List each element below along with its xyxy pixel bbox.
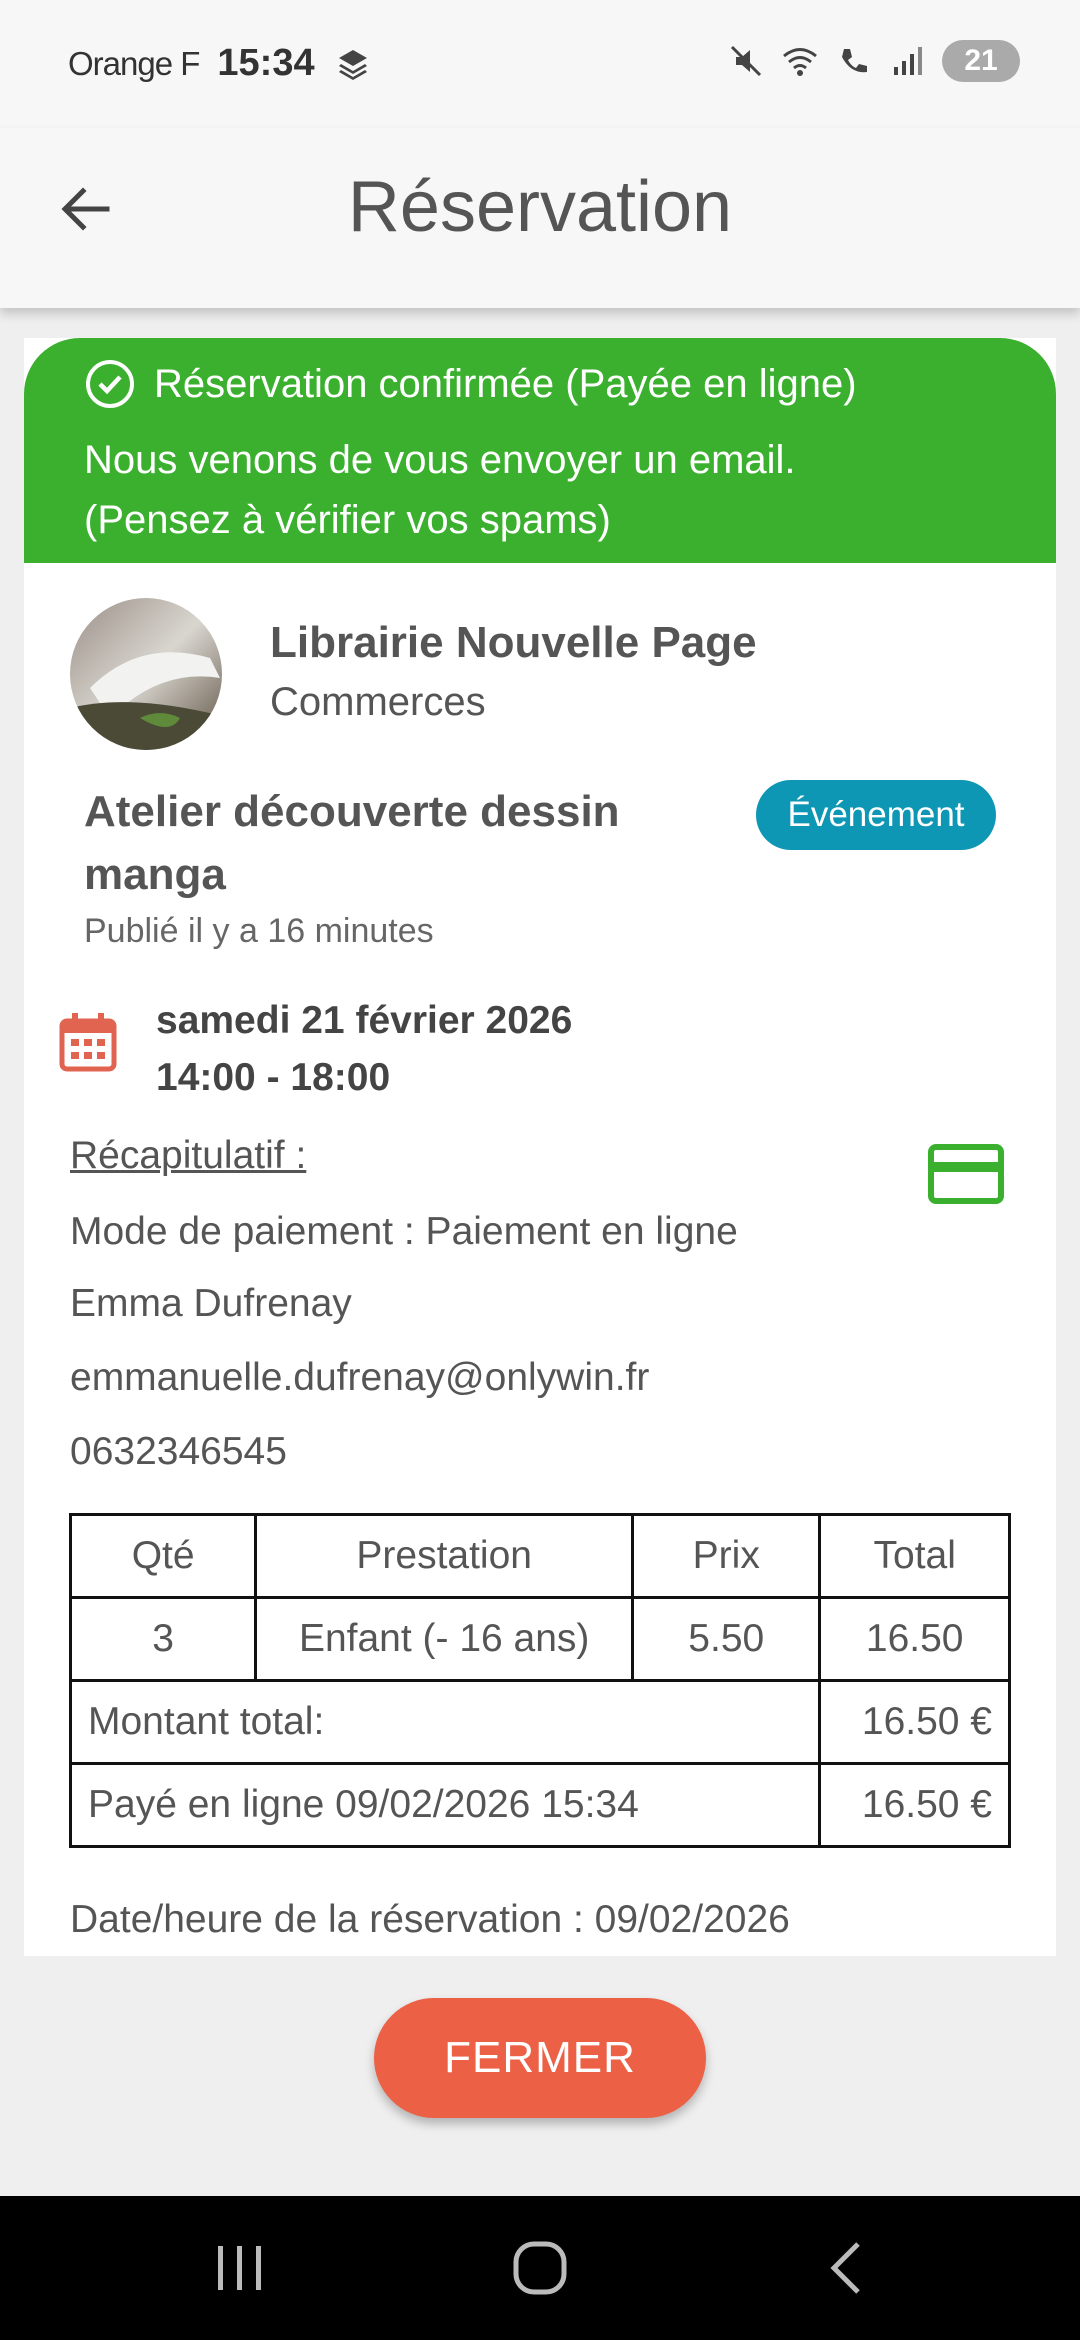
system-nav-bar	[0, 2196, 1080, 2340]
bottom-action-area: FERMER	[0, 1956, 1080, 2196]
total-row: Montant total: 16.50 €	[68, 1679, 1011, 1765]
table-row: 3 Enfant (- 16 ans) 5.50 16.50	[68, 1596, 1011, 1682]
status-time: 15:34	[217, 42, 315, 84]
payment-row: Payé en ligne 09/02/2026 15:34 16.50 €	[68, 1762, 1011, 1848]
battery-level: 21	[964, 44, 998, 77]
battery-indicator: 21	[942, 40, 1020, 82]
total-amount: 16.50 €	[818, 1679, 1011, 1765]
service-cell: Enfant (- 16 ans)	[254, 1596, 635, 1682]
page-title: Réservation	[347, 167, 733, 247]
close-button[interactable]: FERMER	[374, 1998, 706, 2118]
column-header: Prestation	[254, 1513, 635, 1599]
merchant-avatar	[70, 598, 222, 750]
calendar-icon	[59, 1013, 117, 1072]
back-chevron-icon	[830, 2242, 860, 2294]
recent-apps-icon	[218, 2246, 261, 2290]
back-nav-button[interactable]	[806, 2232, 886, 2304]
home-icon	[513, 2241, 567, 2295]
confirmation-banner: Réservation confirmée (Payée en ligne) N…	[24, 338, 1056, 563]
quantity-cell: 3	[68, 1596, 258, 1682]
customer-phone: 0632346545	[70, 1430, 287, 1473]
paid-label: Payé en ligne 09/02/2026 15:34	[68, 1762, 822, 1848]
signal-icon	[894, 47, 922, 75]
credit-card-icon	[928, 1144, 1004, 1204]
column-header: Prix	[631, 1513, 822, 1599]
event-date: samedi 21 février 2026	[156, 999, 573, 1042]
reservation-content[interactable]: Réservation confirmée (Payée en ligne) N…	[0, 308, 1080, 1956]
confirmation-message: Nous venons de vous envoyer un email.	[84, 438, 796, 482]
confirmation-title: Réservation confirmée (Payée en ligne)	[154, 361, 857, 406]
check-circle-icon	[86, 360, 134, 408]
payment-mode: Mode de paiement : Paiement en ligne	[70, 1210, 738, 1253]
wifi-calling-icon	[842, 49, 867, 73]
order-table: Qté Prestation Prix Total 3 Enfant (- 16…	[68, 1513, 1011, 1848]
mute-icon	[730, 45, 762, 77]
spam-reminder: (Pensez à vérifier vos spams)	[84, 498, 611, 542]
event-time: 14:00 - 18:00	[156, 1056, 391, 1099]
home-button[interactable]	[500, 2232, 580, 2304]
layers-notification-icon	[338, 49, 367, 80]
recent-apps-button[interactable]	[200, 2232, 280, 2304]
table-header-row: Qté Prestation Prix Total	[68, 1513, 1011, 1599]
column-header: Qté	[68, 1513, 258, 1599]
wifi-icon	[783, 48, 817, 76]
event-title-line: manga	[84, 850, 226, 899]
app-bar: Réservation	[0, 128, 1080, 308]
customer-email: emmanuelle.dufrenay@onlywin.fr	[70, 1356, 650, 1399]
price-cell: 5.50	[631, 1596, 822, 1682]
column-header: Total	[818, 1513, 1011, 1599]
line-total-cell: 16.50	[818, 1596, 1011, 1682]
event-title-line: Atelier découverte dessin	[84, 787, 620, 836]
carrier-name: Orange F	[68, 44, 200, 82]
merchant-name: Librairie Nouvelle Page	[270, 618, 757, 667]
event-type-badge: Événement	[756, 780, 996, 850]
event-schedule: samedi 21 février 2026 14:00 - 18:00	[156, 992, 572, 1106]
customer-name: Emma Dufrenay	[70, 1282, 352, 1325]
recap-title: Récapitulatif :	[70, 1134, 307, 1177]
total-label: Montant total:	[68, 1679, 822, 1765]
booking-datetime: Date/heure de la réservation : 09/02/202…	[70, 1898, 790, 1941]
merchant-category: Commerces	[270, 680, 486, 724]
paid-amount: 16.50 €	[818, 1762, 1011, 1848]
event-title: Atelier découverte dessin manga	[84, 780, 724, 906]
status-bar: Orange F 15:34 21	[0, 0, 1080, 128]
published-time: Publié il y a 16 minutes	[84, 912, 434, 950]
